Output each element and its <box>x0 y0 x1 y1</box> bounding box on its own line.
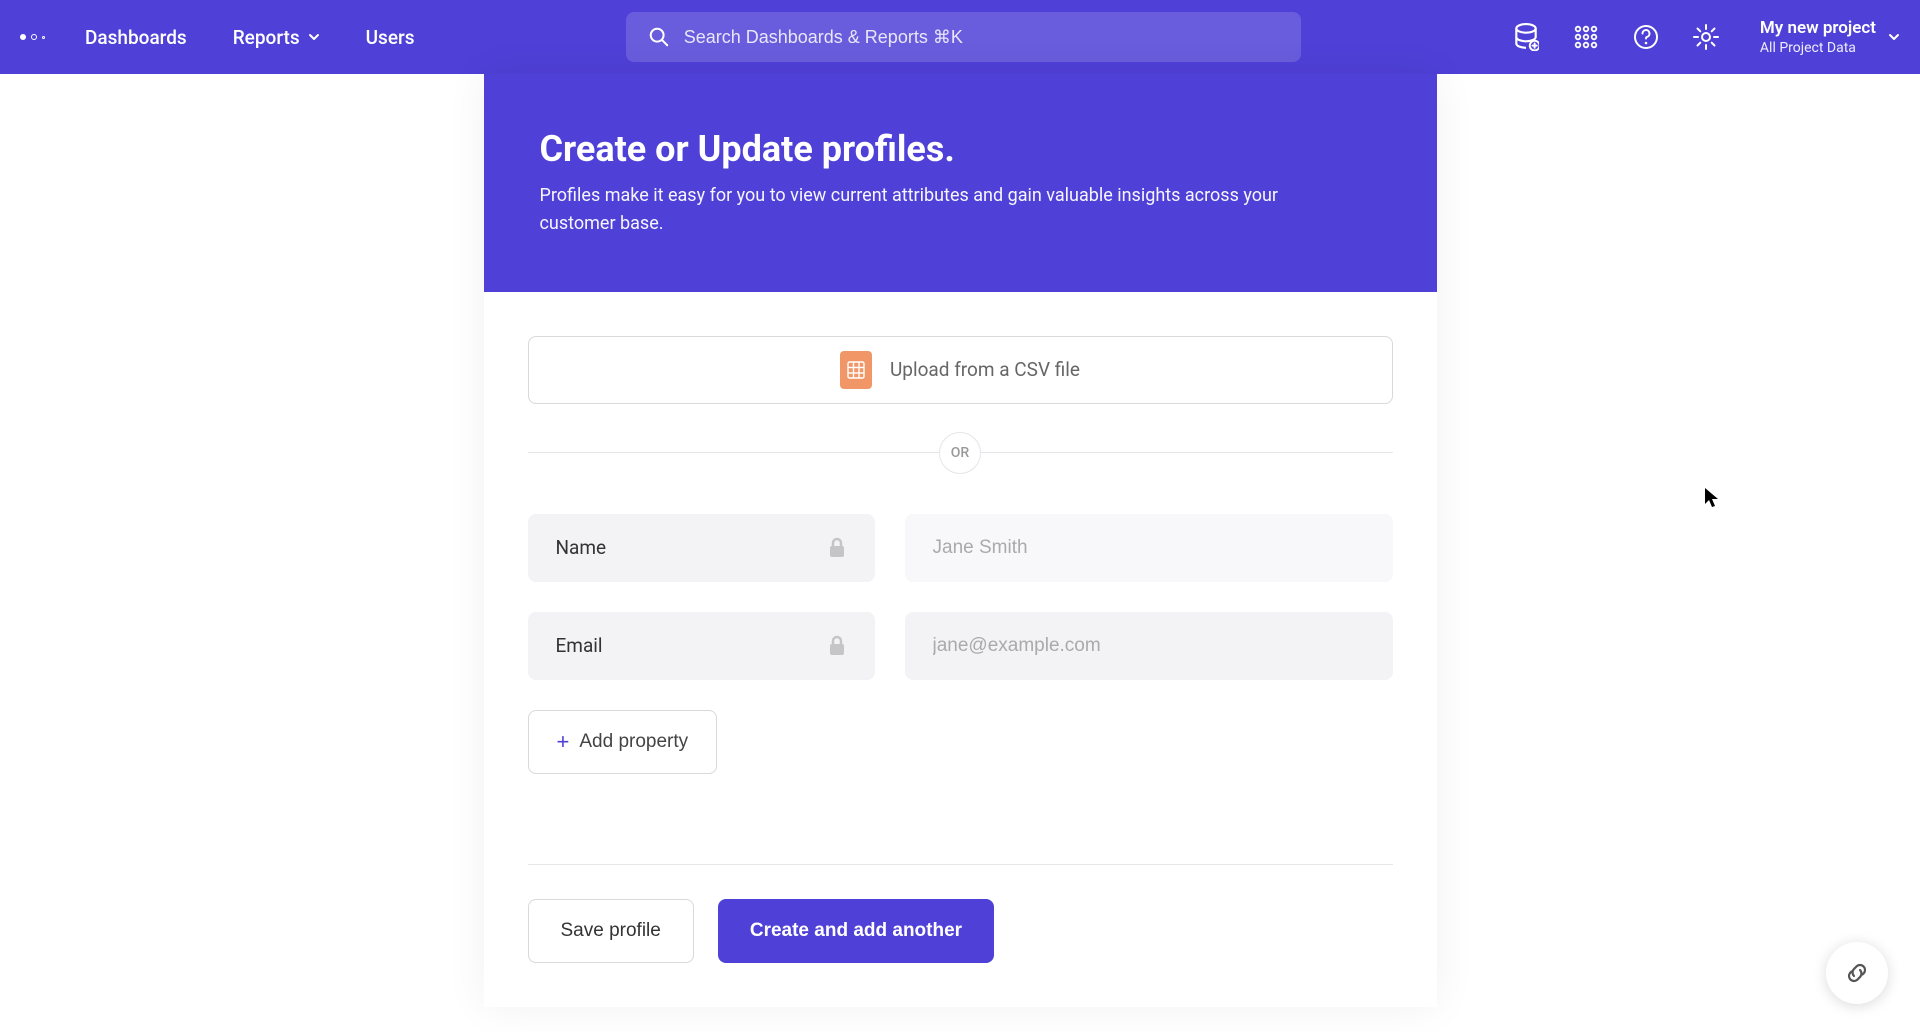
chevron-down-icon <box>1888 31 1900 43</box>
add-property-button[interactable]: + Add property <box>528 710 718 774</box>
footer-actions: Save profile Create and add another <box>528 899 1393 963</box>
email-input[interactable] <box>905 612 1393 680</box>
search-input[interactable] <box>684 27 1279 48</box>
project-selector[interactable]: My new project All Project Data <box>1760 17 1900 57</box>
help-icon <box>1633 24 1659 50</box>
name-label: Name <box>556 536 607 559</box>
email-label-box: Email <box>528 612 875 680</box>
top-navigation-bar: Dashboards Reports Users <box>0 0 1920 74</box>
apps-grid-button[interactable] <box>1572 23 1600 51</box>
upload-label: Upload from a CSV file <box>890 358 1080 381</box>
help-button[interactable] <box>1632 23 1660 51</box>
lock-icon <box>827 537 847 559</box>
add-property-label: Add property <box>579 731 688 753</box>
create-and-add-another-button[interactable]: Create and add another <box>718 899 994 963</box>
hero-section: Create or Update profiles. Profiles make… <box>484 74 1437 292</box>
divider-label: OR <box>939 432 981 474</box>
gear-icon <box>1692 23 1720 51</box>
save-profile-button[interactable]: Save profile <box>528 899 694 963</box>
chevron-down-icon <box>308 31 320 43</box>
or-divider: OR <box>528 432 1393 474</box>
hero-description: Profiles make it easy for you to view cu… <box>540 182 1340 238</box>
nav-users[interactable]: Users <box>366 26 415 49</box>
search-icon <box>648 26 670 48</box>
project-subtitle: All Project Data <box>1760 39 1876 57</box>
search-box[interactable] <box>626 12 1301 62</box>
floating-link-button[interactable] <box>1826 942 1888 1004</box>
link-icon <box>1843 959 1871 987</box>
apps-grid-icon <box>1574 25 1598 49</box>
nav-reports-label: Reports <box>233 26 300 49</box>
hero-title: Create or Update profiles. <box>540 128 1381 170</box>
plus-icon: + <box>557 729 570 755</box>
main-card: Create or Update profiles. Profiles make… <box>484 74 1437 1007</box>
settings-button[interactable] <box>1692 23 1720 51</box>
project-name: My new project <box>1760 17 1876 39</box>
database-icon <box>1513 23 1539 51</box>
nav-dashboards[interactable]: Dashboards <box>85 26 187 49</box>
database-icon-button[interactable] <box>1512 23 1540 51</box>
lock-icon <box>827 635 847 657</box>
name-input[interactable] <box>905 514 1393 582</box>
footer-divider <box>528 864 1393 865</box>
name-label-box: Name <box>528 514 875 582</box>
name-field-row: Name <box>528 514 1393 582</box>
csv-file-icon <box>840 351 872 389</box>
nav-reports[interactable]: Reports <box>233 26 320 49</box>
nav-links: Dashboards Reports Users <box>85 26 415 49</box>
email-label: Email <box>556 634 603 657</box>
email-field-row: Email <box>528 612 1393 680</box>
upload-csv-button[interactable]: Upload from a CSV file <box>528 336 1393 404</box>
menu-toggle-button[interactable] <box>20 34 45 40</box>
